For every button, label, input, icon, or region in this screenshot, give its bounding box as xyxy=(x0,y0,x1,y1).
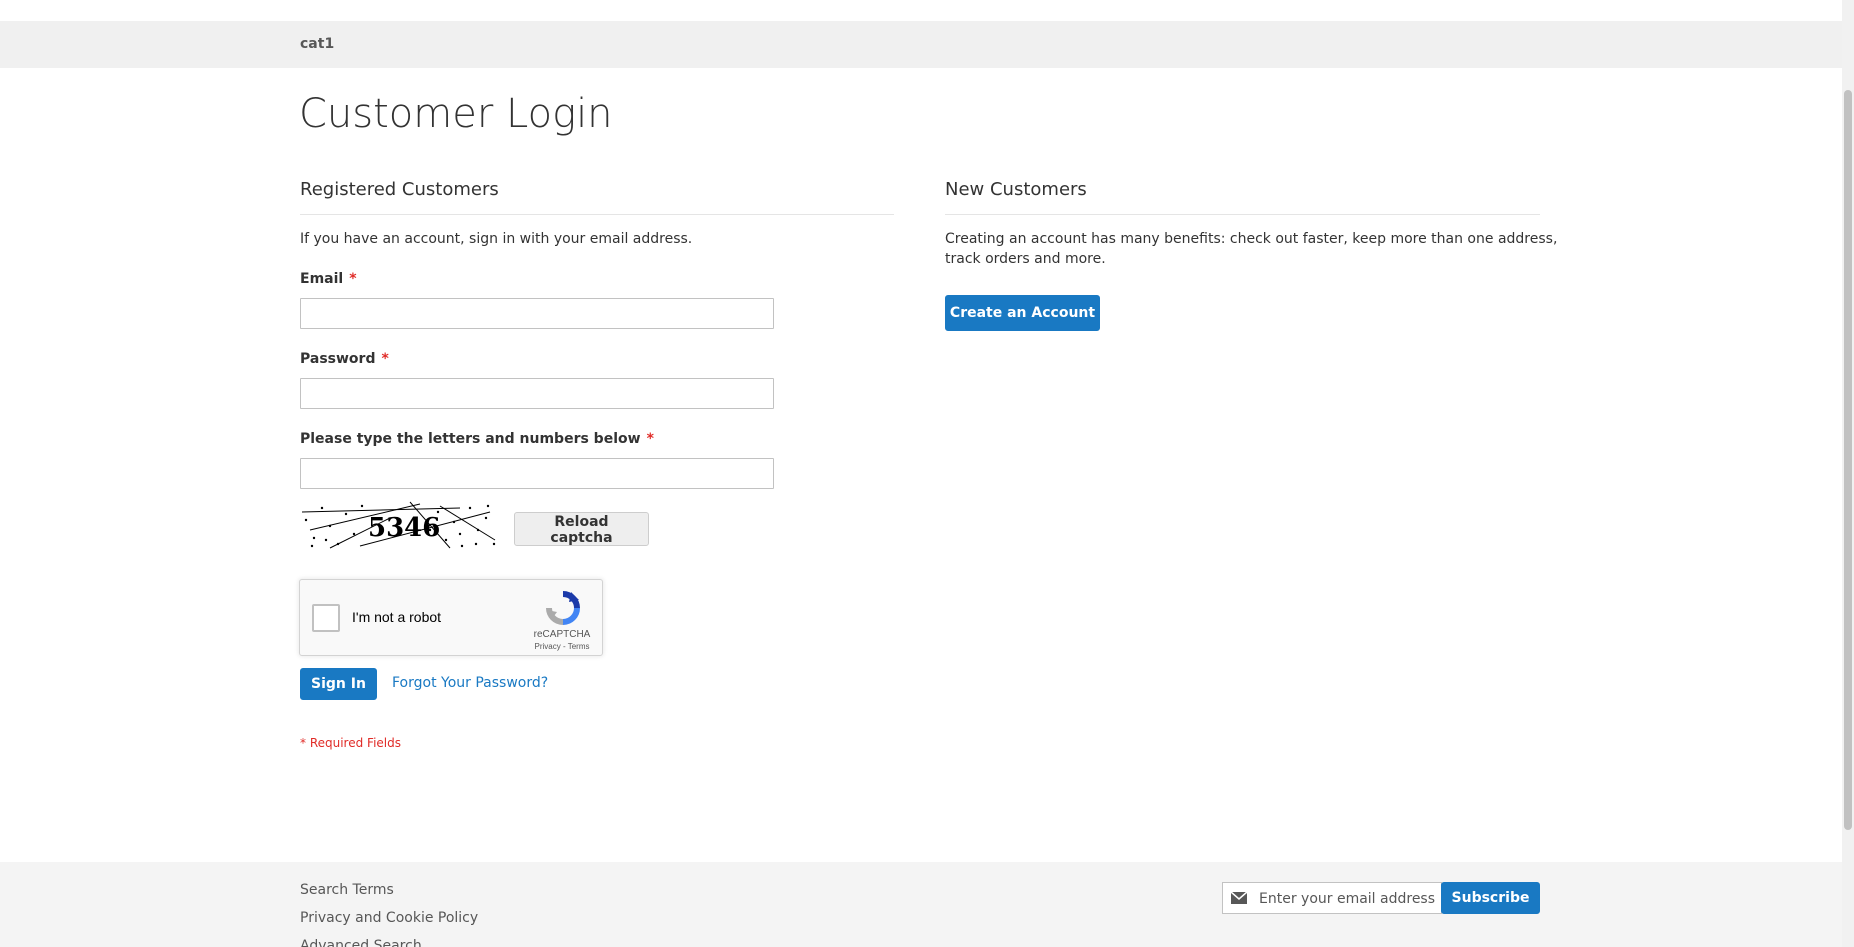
subscribe-button[interactable]: Subscribe xyxy=(1441,882,1540,914)
top-bar xyxy=(0,0,1842,21)
scrollbar-thumb[interactable] xyxy=(1844,90,1852,830)
newsletter-field xyxy=(1222,882,1442,915)
signin-intro: If you have an account, sign in with you… xyxy=(300,231,693,247)
recaptcha-checkbox[interactable] xyxy=(312,604,340,632)
new-customers-divider xyxy=(945,214,1540,215)
create-account-button[interactable]: Create an Account xyxy=(945,295,1100,331)
captcha-text: 5346 xyxy=(368,513,440,543)
password-label: Password * xyxy=(300,351,389,367)
footer-link-advanced-search[interactable]: Advanced Search xyxy=(300,938,422,947)
required-asterisk: * xyxy=(381,351,389,367)
required-fields-note: * Required Fields xyxy=(300,736,401,750)
email-label-text: Email xyxy=(300,271,344,287)
nav-item-cat1[interactable]: cat1 xyxy=(300,36,334,52)
footer-link-privacy-policy[interactable]: Privacy and Cookie Policy xyxy=(300,910,478,926)
reload-captcha-button[interactable]: Reload captcha xyxy=(514,512,649,546)
email-input[interactable] xyxy=(300,298,774,329)
sign-in-button[interactable]: Sign In xyxy=(300,668,377,700)
footer-link-search-terms[interactable]: Search Terms xyxy=(300,882,394,898)
page-title: Customer Login xyxy=(299,91,613,137)
recaptcha-brand: reCAPTCHA xyxy=(533,629,591,640)
captcha-image: 5346 xyxy=(300,500,500,550)
password-input[interactable] xyxy=(300,378,774,409)
recaptcha-links[interactable]: Privacy - Terms xyxy=(524,642,600,651)
forgot-password-link[interactable]: Forgot Your Password? xyxy=(392,675,548,691)
mail-icon xyxy=(1231,891,1247,904)
captcha-label-text: Please type the letters and numbers belo… xyxy=(300,431,641,447)
required-asterisk: * xyxy=(646,431,654,447)
page: cat1 Customer Login Registered Customers… xyxy=(0,0,1854,947)
page-scrollbar[interactable] xyxy=(1842,0,1854,947)
newsletter-email-input[interactable] xyxy=(1257,883,1441,915)
required-asterisk: * xyxy=(349,271,357,287)
new-customers-text-line2: track orders and more. xyxy=(945,251,1106,267)
captcha-label: Please type the letters and numbers belo… xyxy=(300,431,654,447)
email-label: Email * xyxy=(300,271,357,287)
password-label-text: Password xyxy=(300,351,376,367)
registered-divider xyxy=(300,214,894,215)
new-customers-text-line1: Creating an account has many benefits: c… xyxy=(945,231,1558,247)
new-customers-title: New Customers xyxy=(945,179,1087,200)
recaptcha-widget: I'm not a robot reCAPTCHA Privacy - Term… xyxy=(299,579,603,656)
footer: Search Terms Privacy and Cookie Policy A… xyxy=(0,862,1842,947)
recaptcha-label: I'm not a robot xyxy=(352,609,442,625)
registered-customers-title: Registered Customers xyxy=(300,179,499,200)
recaptcha-logo-icon xyxy=(546,591,580,625)
category-nav: cat1 xyxy=(0,21,1842,68)
captcha-input[interactable] xyxy=(300,458,774,489)
